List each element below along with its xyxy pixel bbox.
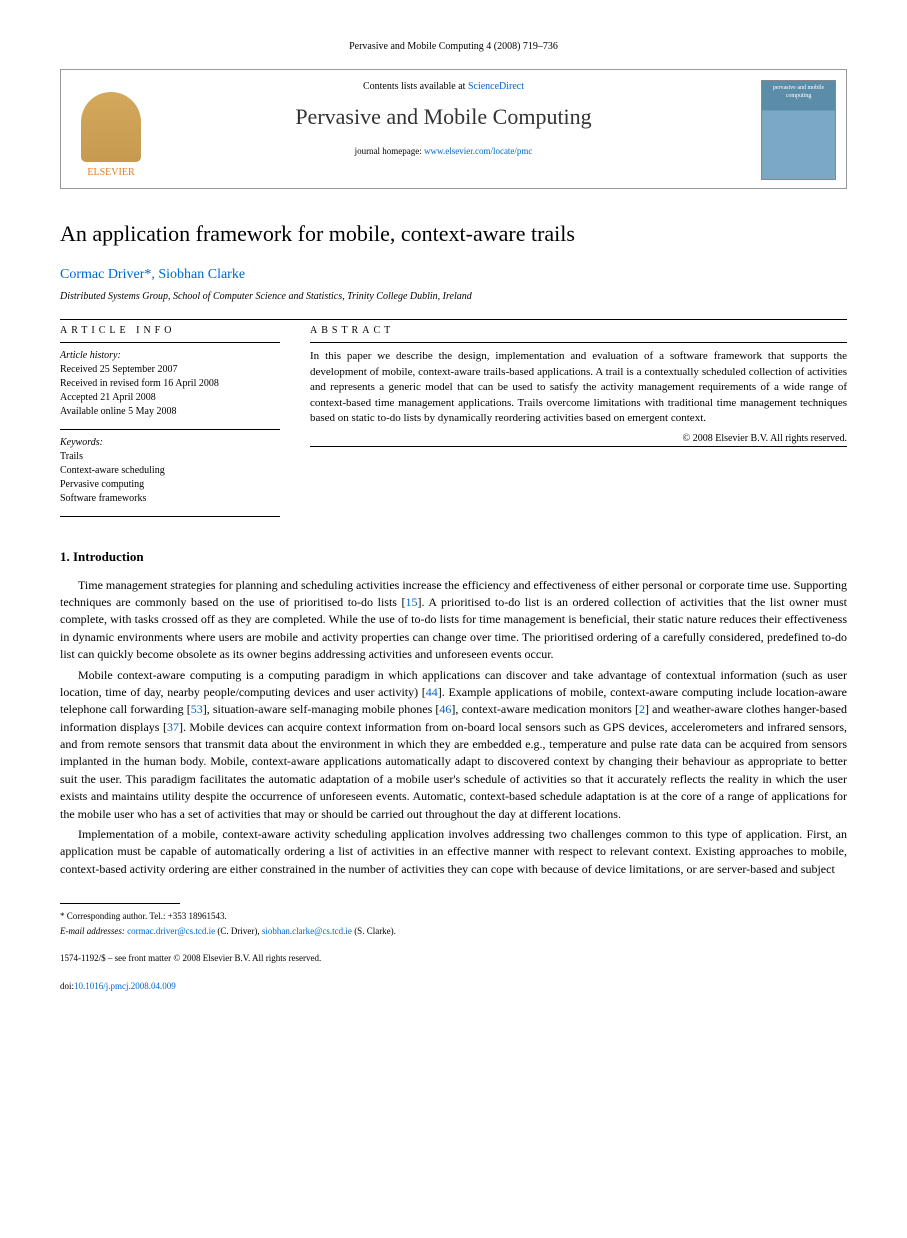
divider: [60, 319, 847, 320]
body-paragraph: Time management strategies for planning …: [60, 577, 847, 664]
doi-line: doi:10.1016/j.pmcj.2008.04.009: [60, 980, 847, 993]
elsevier-tree-icon: [81, 92, 141, 162]
abstract-column: ABSTRACT In this paper we describe the d…: [310, 324, 847, 523]
text-run: ], situation-aware self-managing mobile …: [203, 702, 440, 716]
keyword: Context-aware scheduling: [60, 464, 280, 478]
citation-link[interactable]: 37: [167, 720, 179, 734]
journal-name: Pervasive and Mobile Computing: [161, 102, 726, 133]
abstract-text: In this paper we describe the design, im…: [310, 349, 847, 426]
history-line: Received 25 September 2007: [60, 363, 280, 377]
citation-link[interactable]: 46: [439, 702, 451, 716]
article-info-label: ARTICLE INFO: [60, 324, 280, 338]
footnote-divider: [60, 903, 180, 904]
elsevier-label: ELSEVIER: [87, 166, 134, 180]
journal-homepage-link[interactable]: www.elsevier.com/locate/pmc: [424, 146, 532, 156]
article-title: An application framework for mobile, con…: [60, 219, 847, 250]
keyword: Pervasive computing: [60, 478, 280, 492]
citation-link[interactable]: 44: [426, 685, 438, 699]
abstract-label: ABSTRACT: [310, 324, 847, 338]
contents-prefix: Contents lists available at: [363, 81, 468, 92]
elsevier-logo: ELSEVIER: [71, 80, 151, 180]
affiliation: Distributed Systems Group, School of Com…: [60, 290, 847, 304]
author-email-link[interactable]: siobhan.clarke@cs.tcd.ie: [262, 926, 352, 936]
doi-label: doi:: [60, 981, 74, 991]
text-run: ], context-aware medication monitors [: [451, 702, 639, 716]
citation-link[interactable]: 53: [191, 702, 203, 716]
history-line: Received in revised form 16 April 2008: [60, 377, 280, 391]
section-heading-intro: 1. Introduction: [60, 548, 847, 566]
sciencedirect-link[interactable]: ScienceDirect: [468, 81, 524, 92]
citation-link[interactable]: 15: [406, 595, 418, 609]
body-paragraph: Mobile context-aware computing is a comp…: [60, 667, 847, 824]
journal-banner-box: ELSEVIER pervasive and mobile computing …: [60, 69, 847, 189]
running-header: Pervasive and Mobile Computing 4 (2008) …: [60, 40, 847, 54]
keywords-block: Keywords: Trails Context-aware schedulin…: [60, 436, 280, 506]
cover-text: pervasive and mobile computing: [773, 85, 824, 99]
text-run: ]. Mobile devices can acquire context in…: [60, 720, 847, 821]
author-email-link[interactable]: cormac.driver@cs.tcd.ie: [127, 926, 215, 936]
email-label: E-mail addresses:: [60, 926, 125, 936]
doi-link[interactable]: 10.1016/j.pmcj.2008.04.009: [74, 981, 176, 991]
keyword: Software frameworks: [60, 492, 280, 506]
authors[interactable]: Cormac Driver*, Siobhan Clarke: [60, 265, 847, 285]
homepage-line: journal homepage: www.elsevier.com/locat…: [161, 145, 726, 158]
body-paragraph: Implementation of a mobile, context-awar…: [60, 826, 847, 878]
history-label: Article history:: [60, 349, 280, 363]
history-line: Accepted 21 April 2008: [60, 391, 280, 405]
corresponding-author-note: * Corresponding author. Tel.: +353 18961…: [60, 910, 847, 923]
history-line: Available online 5 May 2008: [60, 405, 280, 419]
email-footnote: E-mail addresses: cormac.driver@cs.tcd.i…: [60, 925, 847, 938]
abstract-copyright: © 2008 Elsevier B.V. All rights reserved…: [310, 432, 847, 446]
contents-line: Contents lists available at ScienceDirec…: [161, 80, 726, 94]
keyword: Trails: [60, 450, 280, 464]
keywords-label: Keywords:: [60, 436, 280, 450]
text-run: (C. Driver),: [215, 926, 262, 936]
homepage-prefix: journal homepage:: [355, 146, 424, 156]
text-run: (S. Clarke).: [352, 926, 396, 936]
journal-cover-thumbnail: pervasive and mobile computing: [761, 80, 836, 180]
article-history-block: Article history: Received 25 September 2…: [60, 349, 280, 419]
front-matter-line: 1574-1192/$ – see front matter © 2008 El…: [60, 952, 847, 965]
article-info-column: ARTICLE INFO Article history: Received 2…: [60, 324, 280, 523]
